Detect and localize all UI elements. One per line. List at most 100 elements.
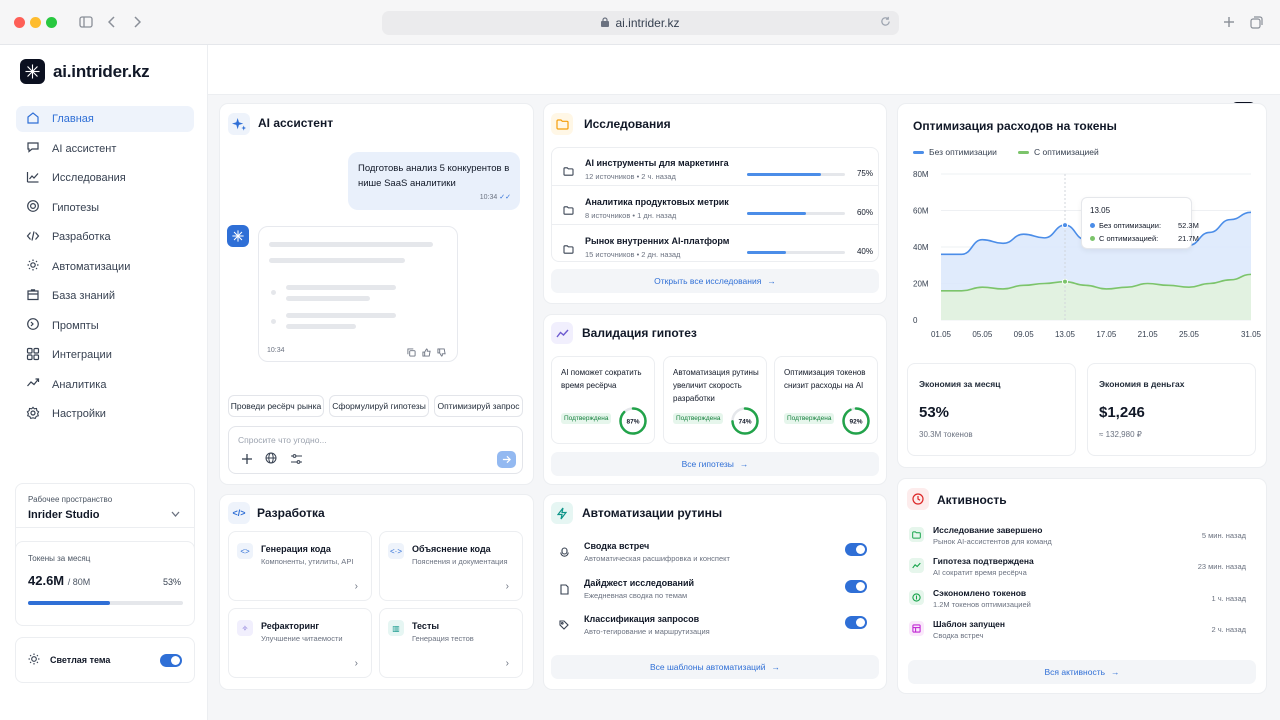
lightning-icon: [551, 502, 573, 524]
sidebar-item-6[interactable]: База знаний: [16, 283, 194, 309]
sidebar-item-3[interactable]: Гипотезы: [16, 195, 194, 221]
score-value: 87%: [626, 419, 639, 426]
chevron-right-icon: ›: [505, 581, 509, 592]
research-item-meta: 15 источников • 2 дн. назад: [585, 250, 681, 259]
globe-icon[interactable]: [265, 452, 277, 467]
theme-switcher: Светлая тема: [15, 637, 195, 683]
activity-item[interactable]: Гипотеза подтверждена AI сократит время …: [908, 555, 1248, 585]
suggestion-chip[interactable]: Сформулируй гипотезы: [329, 395, 429, 417]
chat-input[interactable]: Спросите что угодно...: [228, 426, 523, 474]
sidebar-item-8[interactable]: Интеграции: [16, 342, 194, 368]
list-item[interactable]: Рынок внутренних AI-платформ 15 источник…: [552, 226, 878, 261]
sidebar-item-1[interactable]: AI ассистент: [16, 136, 194, 162]
sidebar-item-4[interactable]: Разработка: [16, 224, 194, 250]
hypothesis-card[interactable]: Оптимизация токенов снизит расходы на AI…: [774, 356, 878, 444]
sidebar-toggle-icon[interactable]: [77, 13, 95, 31]
x-tick-label: 17.05: [1096, 330, 1117, 339]
sliders-icon[interactable]: [291, 453, 302, 467]
stat-card: Экономия в деньгах $1,246 ≈ 132,980 ₽: [1087, 363, 1256, 456]
tabs-overview-icon[interactable]: [1247, 13, 1265, 31]
hypothesis-card[interactable]: AI поможет сократить время ресёрча Подтв…: [551, 356, 655, 444]
list-item[interactable]: Аналитика продуктовых метрик 8 источнико…: [552, 187, 878, 225]
forward-icon[interactable]: [128, 13, 146, 31]
sidebar-item-0[interactable]: Главная: [16, 106, 194, 132]
dev-tool-title: Тесты: [412, 621, 440, 631]
activity-item-time: 2 ч. назад: [1211, 625, 1246, 634]
research-item-title: Рынок внутренних AI-платформ: [585, 236, 730, 246]
sidebar-item-label: Исследования: [52, 172, 126, 184]
arrow-right-icon: →: [1111, 667, 1120, 677]
suggestion-chip[interactable]: Проведи ресёрч рынка: [228, 395, 324, 417]
sidebar-item-5[interactable]: Автоматизации: [16, 254, 194, 280]
status-badge: Подтверждена: [673, 413, 724, 424]
activity-item-sub: Рынок AI-ассистентов для команд: [933, 537, 1052, 546]
dev-tool-card[interactable]: ✧ Рефакторинг Улучшение читаемости ›: [228, 608, 372, 678]
sidebar-item-7[interactable]: Промпты: [16, 313, 194, 339]
automation-toggle[interactable]: [845, 616, 867, 629]
folder-icon: [563, 243, 574, 257]
loading-line: [286, 324, 356, 329]
all-activity-link[interactable]: Вся активность →: [908, 660, 1256, 684]
legend-item: Без оптимизации: [913, 147, 997, 157]
suggestion-chip[interactable]: Оптимизируй запрос: [434, 395, 523, 417]
hypothesis-text: Оптимизация токенов снизит расходы на AI: [784, 368, 866, 390]
new-tab-icon[interactable]: [1220, 13, 1238, 31]
close-window-button[interactable]: [14, 17, 25, 28]
tokens-label: Токены за месяц: [28, 554, 91, 563]
tag-icon: [557, 618, 571, 632]
sparkle-icon: ✧: [237, 620, 253, 636]
activity-item[interactable]: Исследование завершено Рынок AI-ассистен…: [908, 524, 1248, 554]
document-icon: [557, 582, 571, 596]
list-item[interactable]: AI инструменты для маркетинга 12 источни…: [552, 148, 878, 186]
sparkle-logo-icon: [20, 59, 45, 84]
activity-item-sub: AI сократит время ресёрча: [933, 568, 1027, 577]
score-value: 92%: [849, 419, 862, 426]
chevron-right-icon: ›: [505, 658, 509, 669]
sidebar: ai.intrider.kz Главная AI ассистент Исслед…: [0, 45, 208, 720]
workspace-switcher[interactable]: Рабочее пространство Inrider Studio: [16, 484, 194, 528]
sidebar-item-9[interactable]: Аналитика: [16, 372, 194, 398]
gear-flow-icon: [26, 258, 40, 275]
open-all-research-link[interactable]: Открыть все исследования →: [551, 269, 879, 293]
workspace-name: Inrider Studio: [28, 509, 100, 521]
address-bar[interactable]: ai.intrider.kz: [382, 11, 899, 35]
plus-icon[interactable]: [242, 453, 252, 467]
loading-line: [269, 242, 433, 247]
tokens-used: 42.6M / 80M: [28, 573, 91, 588]
automation-toggle[interactable]: [845, 580, 867, 593]
brand-logo[interactable]: ai.intrider.kz: [20, 59, 150, 84]
target-icon: [26, 199, 40, 216]
dev-tool-card[interactable]: ▥ Тесты Генерация тестов ›: [379, 608, 523, 678]
activity-item-time: 23 мин. назад: [1197, 562, 1246, 571]
dev-tool-sub: Пояснения и документация: [412, 557, 508, 566]
dev-tool-card[interactable]: <> Генерация кода Компоненты, утилиты, A…: [228, 531, 372, 601]
thumbs-down-icon[interactable]: [437, 346, 446, 360]
minimize-window-button[interactable]: [30, 17, 41, 28]
settings-icon: [26, 405, 40, 423]
tokens-area-chart: 0 20M 40M 60M 80M 01.05 05.05 09.05 13.05 17.05 21…: [913, 170, 1262, 339]
back-icon[interactable]: [103, 13, 121, 31]
sidebar-item-10[interactable]: Настройки: [16, 401, 194, 427]
stat-sub: 30.3M токенов: [919, 430, 973, 439]
user-message-bubble: Подготовь анализ 5 конкурентов в нише Sa…: [348, 152, 520, 210]
all-hypotheses-link[interactable]: Все гипотезы →: [551, 452, 879, 476]
copy-icon[interactable]: [407, 346, 416, 360]
grid-icon: [26, 347, 40, 364]
send-button[interactable]: [497, 451, 516, 468]
activity-item[interactable]: Шаблон запущен Сводка встреч 2 ч. назад: [908, 618, 1248, 648]
all-automation-templates-link[interactable]: Все шаблоны автоматизаций →: [551, 655, 879, 679]
code-icon: [26, 229, 40, 246]
activity-item[interactable]: Сэкономлено токенов 1.2M токенов оптимиз…: [908, 587, 1248, 617]
activity-item-time: 1 ч. назад: [1211, 594, 1246, 603]
thumbs-up-icon[interactable]: [422, 346, 431, 360]
reload-icon[interactable]: [880, 16, 891, 30]
activity-item-title: Исследование завершено: [933, 525, 1043, 535]
theme-toggle[interactable]: [160, 653, 182, 667]
automation-toggle[interactable]: [845, 543, 867, 556]
sidebar-item-2[interactable]: Исследования: [16, 165, 194, 191]
hypothesis-card[interactable]: Автоматизация рутины увеличит скорость р…: [663, 356, 767, 444]
double-check-icon: ✓✓: [499, 194, 511, 201]
maximize-window-button[interactable]: [46, 17, 57, 28]
dev-tool-card[interactable]: <·> Объяснение кода Пояснения и документ…: [379, 531, 523, 601]
tokens-progress-bar: [28, 601, 183, 605]
